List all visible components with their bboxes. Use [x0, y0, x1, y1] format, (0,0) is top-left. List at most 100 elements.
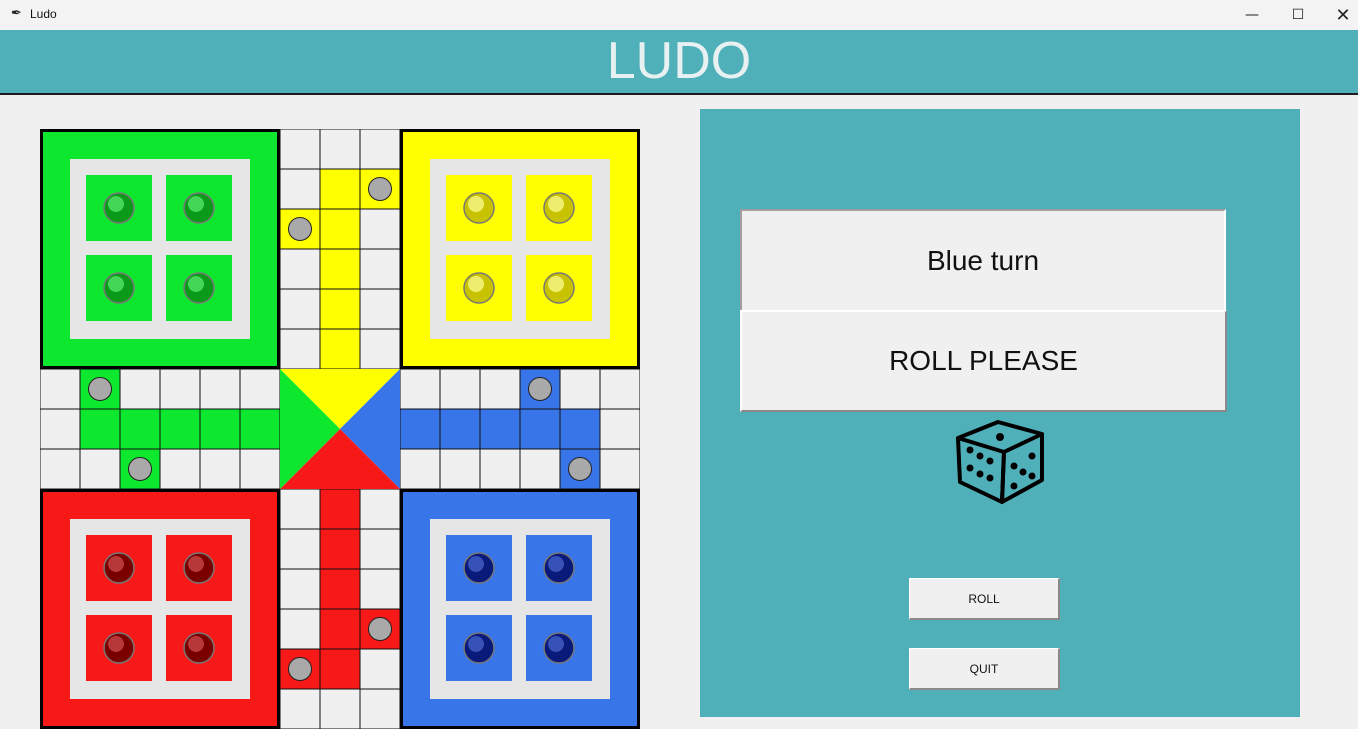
board-cell[interactable]	[319, 648, 361, 690]
board-cell[interactable]	[359, 648, 401, 690]
feather-icon: ✒	[11, 6, 22, 21]
quit-button[interactable]: QUIT	[909, 648, 1060, 690]
board-cell[interactable]	[159, 448, 201, 490]
board-cell[interactable]	[359, 688, 401, 729]
board-cell[interactable]	[319, 208, 361, 250]
safe-marker	[568, 457, 592, 481]
board-cell[interactable]	[519, 408, 561, 450]
token-highlight	[548, 556, 564, 572]
board-cell[interactable]	[319, 568, 361, 610]
board-cell[interactable]	[279, 168, 321, 210]
board-cell[interactable]	[439, 368, 481, 410]
board-cell[interactable]	[359, 129, 401, 170]
token-highlight	[468, 556, 484, 572]
token-highlight	[188, 556, 204, 572]
board-cell[interactable]	[199, 368, 241, 410]
board-cell[interactable]	[119, 408, 161, 450]
board-cell[interactable]	[319, 328, 361, 370]
board-cell[interactable]	[279, 129, 321, 170]
game-title: LUDO	[606, 32, 752, 90]
board-cell[interactable]	[279, 488, 321, 530]
board-cell[interactable]	[479, 448, 521, 490]
board-cell[interactable]	[279, 248, 321, 290]
board-cell[interactable]	[559, 368, 601, 410]
board-cell[interactable]	[40, 448, 81, 490]
board-cell[interactable]	[40, 408, 81, 450]
token-highlight	[188, 636, 204, 652]
token-highlight	[548, 636, 564, 652]
board-cell[interactable]	[279, 328, 321, 370]
safe-marker	[88, 377, 112, 401]
board-cell[interactable]	[319, 608, 361, 650]
board-cell[interactable]	[199, 408, 241, 450]
maximize-icon[interactable]: ☐	[1275, 0, 1321, 30]
board-cell[interactable]	[279, 528, 321, 570]
safe-marker	[128, 457, 152, 481]
board-cell[interactable]	[599, 408, 640, 450]
board-cell[interactable]	[119, 368, 161, 410]
board-cell[interactable]	[359, 248, 401, 290]
board-cell[interactable]	[239, 368, 281, 410]
token-highlight	[108, 196, 124, 212]
board-cell[interactable]	[359, 568, 401, 610]
board-cell[interactable]	[239, 448, 281, 490]
token-highlight	[468, 636, 484, 652]
window-title: Ludo	[30, 7, 57, 21]
safe-marker	[528, 377, 552, 401]
board-cell[interactable]	[319, 688, 361, 729]
board-cell[interactable]	[439, 408, 481, 450]
board-cell[interactable]	[159, 368, 201, 410]
minimize-icon[interactable]: —	[1229, 0, 1275, 30]
safe-marker	[368, 177, 392, 201]
window-titlebar: ✒ Ludo — ☐ ✕	[0, 0, 1358, 30]
board-cell[interactable]	[359, 328, 401, 370]
board-cell[interactable]	[279, 608, 321, 650]
board-cell[interactable]	[79, 448, 121, 490]
board-cell[interactable]	[479, 368, 521, 410]
board-cell[interactable]	[599, 448, 640, 490]
board-cell[interactable]	[599, 368, 640, 410]
token-highlight	[468, 276, 484, 292]
safe-marker	[368, 617, 392, 641]
close-icon[interactable]: ✕	[1320, 0, 1358, 30]
board-cell[interactable]	[399, 448, 441, 490]
board-cell[interactable]	[159, 408, 201, 450]
board-cell[interactable]	[559, 408, 601, 450]
token-highlight	[188, 276, 204, 292]
board-cell[interactable]	[319, 288, 361, 330]
turn-indicator: Blue turn	[740, 209, 1226, 310]
token-highlight	[108, 636, 124, 652]
board-cell[interactable]	[199, 448, 241, 490]
board-cell[interactable]	[399, 368, 441, 410]
board-cell[interactable]	[279, 288, 321, 330]
board-cell[interactable]	[40, 368, 81, 410]
board-cell[interactable]	[319, 168, 361, 210]
control-panel: Blue turn ROLL PLEASE ROLL QUIT	[700, 109, 1300, 717]
board-cell[interactable]	[359, 288, 401, 330]
token-highlight	[468, 196, 484, 212]
board-cell[interactable]	[439, 448, 481, 490]
roll-button[interactable]: ROLL	[909, 578, 1060, 620]
board-cell[interactable]	[399, 408, 441, 450]
dice-icon	[950, 410, 1054, 510]
token-highlight	[548, 196, 564, 212]
token-highlight	[108, 556, 124, 572]
ludo-board[interactable]	[40, 129, 640, 729]
board-cell[interactable]	[319, 129, 361, 170]
board-canvas[interactable]	[40, 129, 640, 729]
safe-marker	[288, 657, 312, 681]
board-cell[interactable]	[359, 208, 401, 250]
token-highlight	[188, 196, 204, 212]
token-highlight	[108, 276, 124, 292]
board-cell[interactable]	[79, 408, 121, 450]
board-cell[interactable]	[359, 488, 401, 530]
board-cell[interactable]	[479, 408, 521, 450]
board-cell[interactable]	[359, 528, 401, 570]
board-cell[interactable]	[319, 528, 361, 570]
board-cell[interactable]	[279, 568, 321, 610]
board-cell[interactable]	[279, 688, 321, 729]
board-cell[interactable]	[319, 248, 361, 290]
board-cell[interactable]	[239, 408, 281, 450]
board-cell[interactable]	[519, 448, 561, 490]
board-cell[interactable]	[319, 488, 361, 530]
